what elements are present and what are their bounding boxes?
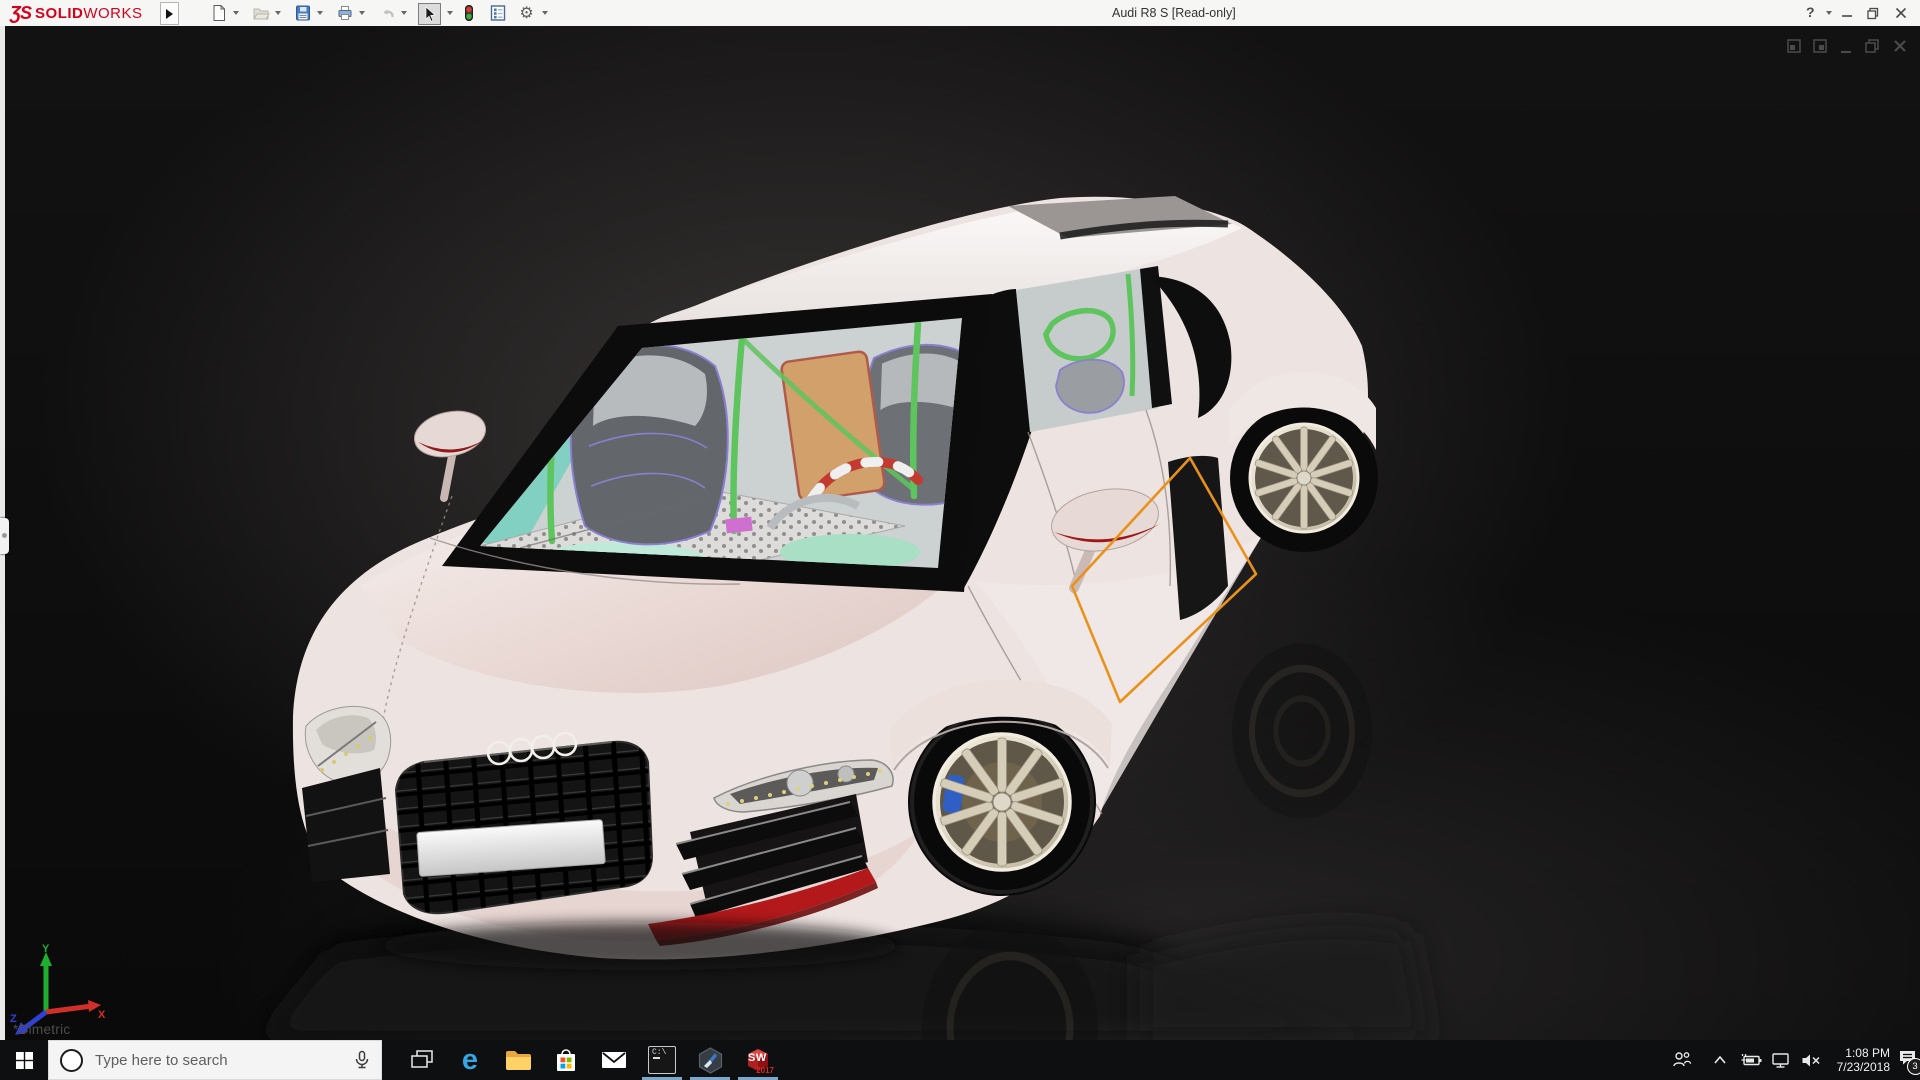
windows-taskbar: e C:\ SW 2017 (0, 1040, 1920, 1080)
ds-logo-mark: ƷS (10, 3, 31, 24)
svg-text:Y: Y (42, 944, 50, 955)
clock-time: 1:08 PM (1845, 1046, 1890, 1060)
select-cursor-icon (421, 5, 439, 23)
battery-tray-button[interactable] (1736, 1040, 1766, 1080)
people-button[interactable] (1664, 1040, 1700, 1080)
store-icon (554, 1048, 578, 1073)
task-view-button[interactable] (398, 1040, 446, 1080)
menu-flyout-button[interactable] (160, 2, 179, 25)
doc-minimize-button[interactable] (1840, 42, 1854, 60)
start-button[interactable] (0, 1040, 48, 1080)
task-view-icon (410, 1049, 434, 1071)
mail-icon (601, 1050, 627, 1070)
save-caret[interactable] (317, 11, 323, 15)
left-air-intake (302, 768, 390, 882)
doc-restore-button[interactable] (1864, 38, 1880, 59)
minimize-icon (1840, 6, 1854, 20)
window-title: Audi R8 S [Read-only] (1112, 6, 1236, 20)
panel-tab-handle-icon (2, 533, 7, 538)
restore-button[interactable] (1866, 6, 1880, 25)
network-icon (1771, 1052, 1791, 1069)
undo-caret[interactable] (401, 11, 407, 15)
clock[interactable]: 1:08 PM 7/23/2018 (1826, 1040, 1890, 1080)
svg-text:X: X (98, 1009, 106, 1021)
select-tool-caret[interactable] (447, 11, 453, 15)
chevron-up-icon (1713, 1055, 1727, 1065)
clock-date: 7/23/2018 (1837, 1060, 1890, 1074)
file-properties-button[interactable] (487, 3, 508, 23)
solidworks-2017-button[interactable]: SW 2017 (734, 1040, 782, 1080)
solidworks-window: ƷS SOLID WORKS ⚙ Audi (0, 0, 1920, 1080)
feature-panel-collapsed-tab[interactable] (0, 518, 9, 554)
mail-button[interactable] (590, 1040, 638, 1080)
traffic-light-icon (460, 4, 478, 22)
command-prompt-button[interactable]: C:\ (638, 1040, 686, 1080)
solidworks-2017-icon: SW 2017 (745, 1047, 771, 1073)
gear-icon: ⚙ (519, 3, 533, 23)
edge-icon: e (462, 1046, 478, 1075)
new-document-icon (210, 4, 228, 22)
doc-pane-right-button[interactable] (1812, 38, 1828, 59)
doc-close-icon (1892, 38, 1908, 54)
options-caret[interactable] (542, 11, 548, 15)
new-document-caret[interactable] (233, 11, 239, 15)
taskbar-search-box[interactable] (48, 1040, 382, 1080)
open-folder-icon (252, 4, 270, 22)
rebuild-button[interactable] (458, 3, 479, 23)
view-orientation-label: *Dimetric (13, 1022, 70, 1037)
help-caret[interactable] (1826, 11, 1832, 15)
windows-logo-icon (16, 1052, 33, 1069)
network-tray-button[interactable] (1766, 1040, 1796, 1080)
doc-minimize-icon (1840, 45, 1854, 55)
hexagon-app-button[interactable] (686, 1040, 734, 1080)
microphone-icon[interactable] (353, 1050, 371, 1070)
save-icon (294, 4, 312, 22)
show-hidden-icons-button[interactable] (1706, 1040, 1734, 1080)
new-document-button[interactable] (208, 3, 229, 23)
doc-restore-icon (1864, 38, 1880, 54)
doc-pane-left-button[interactable] (1786, 38, 1802, 59)
pane-left-icon (1786, 38, 1802, 54)
edge-button[interactable]: e (446, 1040, 494, 1080)
undo-button[interactable] (376, 3, 397, 23)
car-3d-model[interactable] (0, 26, 1920, 1040)
hexagon-app-icon (697, 1047, 724, 1074)
car-body (293, 196, 1378, 970)
file-properties-icon (489, 4, 507, 22)
print-caret[interactable] (359, 11, 365, 15)
battery-charging-icon (1740, 1052, 1762, 1068)
save-button[interactable] (292, 3, 313, 23)
flyout-arrow-icon (166, 9, 173, 19)
print-icon (336, 4, 354, 22)
open-caret[interactable] (275, 11, 281, 15)
rear-wheel (1230, 404, 1378, 552)
options-button[interactable]: ⚙ (516, 3, 537, 23)
file-explorer-button[interactable] (494, 1040, 542, 1080)
action-center-button[interactable]: 3 (1894, 1040, 1920, 1080)
cortana-icon (60, 1049, 83, 1072)
store-button[interactable] (542, 1040, 590, 1080)
undo-icon (378, 4, 396, 22)
file-explorer-icon (505, 1049, 532, 1071)
command-prompt-icon: C:\ (648, 1046, 676, 1074)
minimize-button[interactable] (1840, 6, 1854, 25)
volume-muted-icon (1801, 1053, 1821, 1068)
people-icon (1672, 1051, 1692, 1069)
search-input[interactable] (93, 1051, 353, 1070)
close-icon (1894, 6, 1908, 20)
notification-badge: 3 (1907, 1058, 1920, 1075)
graphics-area[interactable]: Y X Z *Dimetric (0, 26, 1920, 1040)
open-button[interactable] (250, 3, 271, 23)
pane-right-icon (1812, 38, 1828, 54)
volume-tray-button[interactable] (1796, 1040, 1826, 1080)
print-button[interactable] (334, 3, 355, 23)
title-bar: ƷS SOLID WORKS ⚙ Audi (0, 0, 1920, 27)
left-mirror (410, 405, 490, 498)
solidworks-logo: ƷS SOLID WORKS (10, 2, 143, 24)
restore-icon (1866, 6, 1880, 20)
close-button[interactable] (1894, 6, 1908, 25)
doc-close-button[interactable] (1892, 38, 1908, 59)
help-button[interactable]: ? (1806, 4, 1815, 20)
select-tool-button[interactable] (418, 3, 441, 25)
